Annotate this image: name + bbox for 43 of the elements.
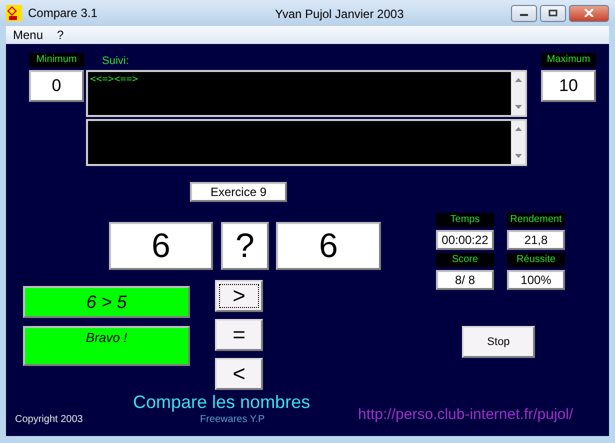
log-text: <<=><==> <box>90 74 138 85</box>
copyright-text: Copyright 2003 <box>15 414 83 425</box>
scroll-up-icon[interactable] <box>514 127 522 131</box>
stat-value: 00:00:22 <box>436 230 494 250</box>
minimum-label: Minimum <box>29 53 84 67</box>
close-icon <box>584 9 594 17</box>
scroll-up-icon[interactable] <box>514 78 522 82</box>
exercise-label: Exercice 9 <box>190 182 287 202</box>
result-box: 6 > 5 <box>23 286 190 318</box>
maximize-icon <box>548 9 558 17</box>
scrollbar[interactable] <box>511 72 525 115</box>
log-label: Suivi: <box>102 55 129 67</box>
freeware-caption: Freewares Y.P <box>200 414 265 425</box>
minimize-button[interactable] <box>511 4 537 22</box>
answer-button[interactable]: > <box>215 280 263 312</box>
scrollbar[interactable] <box>511 121 525 164</box>
stat-label: Réussite <box>507 253 565 267</box>
stat-value: 100% <box>507 270 565 290</box>
maximum-label: Maximum <box>541 53 596 67</box>
app-icon <box>6 5 22 21</box>
scroll-down-icon[interactable] <box>514 105 522 109</box>
stat-label: Score <box>436 253 494 267</box>
stat-value: 21,8 <box>507 230 565 250</box>
minimum-field[interactable]: 0 <box>29 70 84 102</box>
close-button[interactable] <box>569 4 609 22</box>
stop-button[interactable]: Stop <box>462 326 535 358</box>
stat-label: Temps <box>436 213 494 227</box>
number-box: 6 <box>109 222 213 270</box>
menu-item[interactable]: Menu <box>6 28 50 42</box>
stat-label: Rendement <box>507 213 565 227</box>
stat-value: 8/ 8 <box>436 270 494 290</box>
maximize-button[interactable] <box>540 4 566 22</box>
answer-button[interactable]: < <box>215 358 263 390</box>
app-title: Compare les nombres <box>133 392 310 413</box>
scroll-down-icon[interactable] <box>514 154 522 158</box>
author-caption: Yvan Pujol Janvier 2003 <box>275 7 404 21</box>
operator-box: ? <box>221 222 269 270</box>
number-box: 6 <box>276 222 381 270</box>
maximum-field[interactable]: 10 <box>541 70 596 102</box>
feedback-box: Bravo ! <box>23 326 190 366</box>
menu-item[interactable]: ? <box>50 28 71 42</box>
window-title: Compare 3.1 <box>28 6 98 20</box>
answer-button[interactable]: = <box>215 319 263 351</box>
